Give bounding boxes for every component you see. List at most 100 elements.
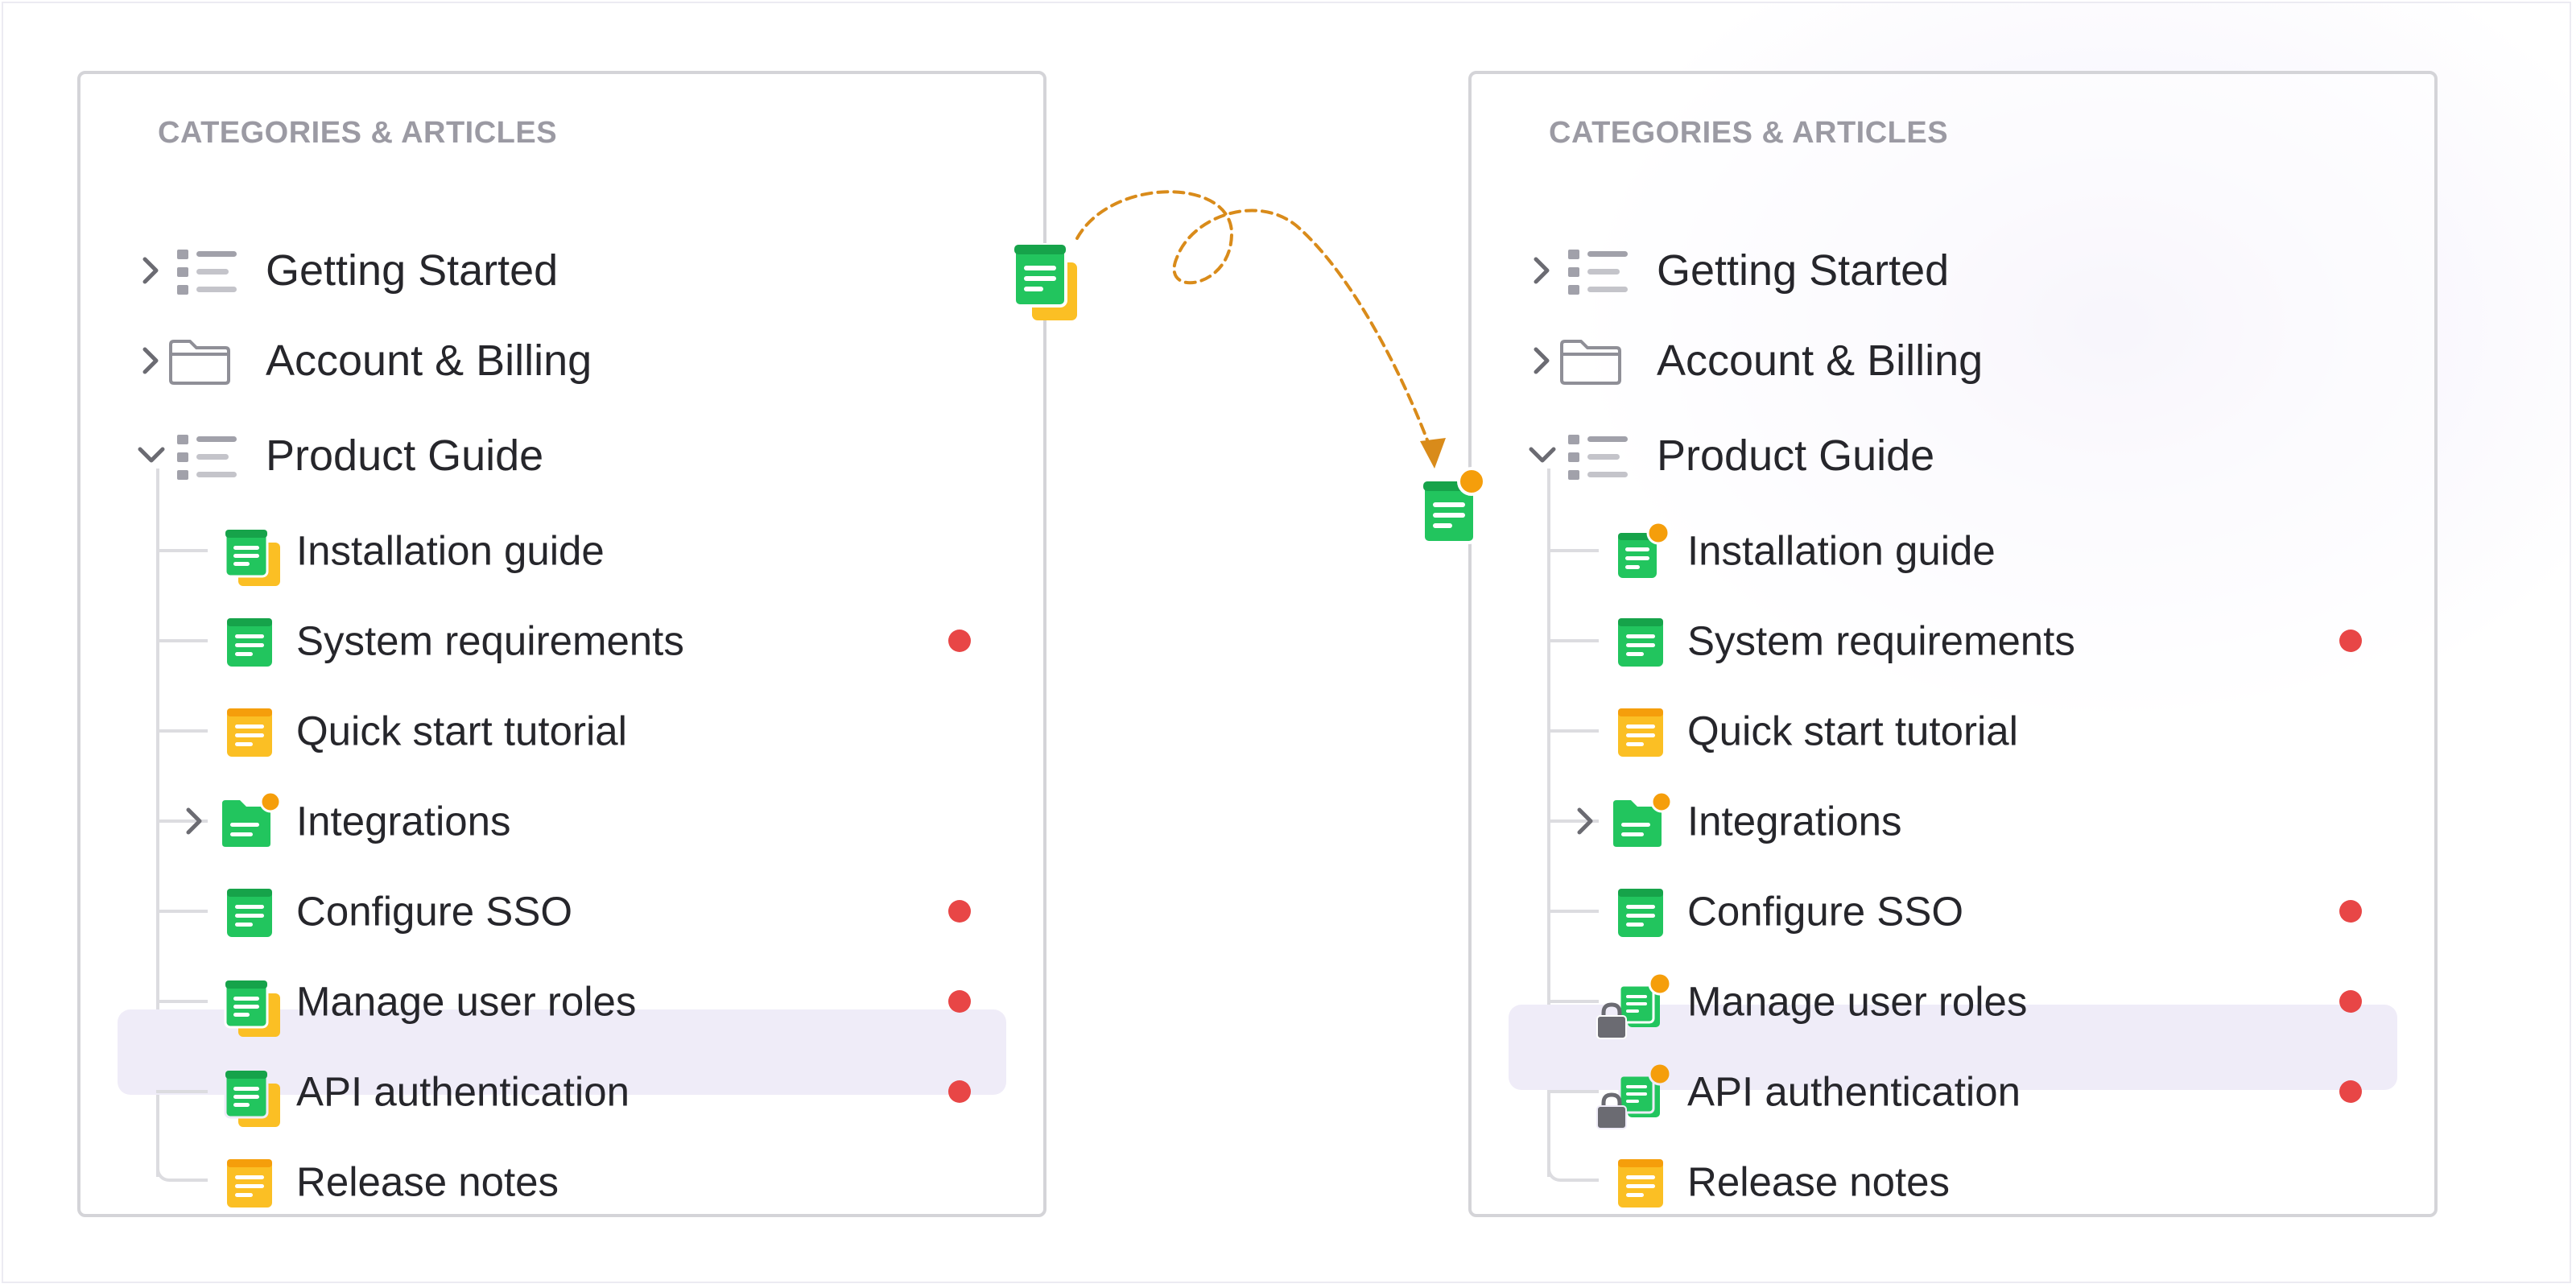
- article-label: Configure SSO: [1687, 888, 1964, 935]
- folder-doc-icon: [1613, 791, 1673, 847]
- article-label: Quick start tutorial: [296, 708, 627, 754]
- status-dot: [2339, 990, 2362, 1013]
- category-row-getting-started[interactable]: Getting Started: [1472, 230, 2434, 311]
- folder-icon: [169, 340, 230, 385]
- status-dot: [948, 1080, 971, 1103]
- article-label: Installation guide: [296, 527, 605, 574]
- list-icon: [177, 435, 237, 480]
- stacked-doc-icon: [224, 1069, 280, 1127]
- article-label: System requirements: [296, 617, 684, 664]
- chevron-right-icon[interactable]: [1563, 799, 1608, 844]
- tree-branch: [156, 639, 208, 642]
- article-label: Quick start tutorial: [1687, 708, 2018, 754]
- folder-doc-icon: [222, 791, 282, 847]
- category-label: Account & Billing: [266, 336, 592, 385]
- doc-icon: [1618, 618, 1663, 667]
- category-label: Getting Started: [1657, 246, 1950, 295]
- doc-icon: [227, 889, 272, 937]
- article-row[interactable]: Quick start tutorial: [80, 691, 1043, 771]
- tree-branch: [156, 910, 208, 913]
- article-label: Manage user roles: [1687, 978, 2028, 1025]
- article-row[interactable]: Release notes: [80, 1135, 1043, 1222]
- article-row[interactable]: Release notes: [1472, 1135, 2434, 1222]
- list-icon: [177, 250, 237, 295]
- chevron-down-icon[interactable]: [1520, 433, 1565, 478]
- locked-stacked-doc-icon: [1596, 972, 1672, 1039]
- article-label: Release notes: [296, 1158, 559, 1205]
- status-dot: [948, 900, 971, 923]
- category-label: Account & Billing: [1657, 336, 1984, 385]
- left-tree-panel: CATEGORIES & ARTICLES Getting Started Ac…: [77, 71, 1046, 1217]
- tree-branch-end: [156, 1135, 208, 1182]
- article-label: Integrations: [296, 798, 511, 844]
- tree-branch: [156, 549, 208, 552]
- status-dot: [2339, 1080, 2362, 1103]
- tree-branch: [1547, 1000, 1599, 1003]
- tree-branch: [1547, 639, 1599, 642]
- category-label: Getting Started: [266, 246, 559, 295]
- category-row-product-guide[interactable]: Product Guide: [1472, 415, 2434, 496]
- tree-branch-end: [1547, 1135, 1599, 1182]
- category-row-getting-started[interactable]: Getting Started: [80, 230, 1043, 311]
- folder-icon: [1560, 340, 1621, 385]
- category-row-account-billing[interactable]: Account & Billing: [80, 320, 1043, 401]
- list-icon: [1568, 435, 1628, 480]
- locked-stacked-doc-icon: [1596, 1062, 1672, 1129]
- doc-badge-icon: [1618, 521, 1670, 578]
- panel-title: CATEGORIES & ARTICLES: [158, 116, 558, 150]
- tree-branch: [156, 729, 208, 733]
- article-row[interactable]: Installation guide: [1472, 510, 2434, 591]
- dragged-stacked-doc-icon[interactable]: [1008, 238, 1092, 328]
- tree-branch: [1547, 729, 1599, 733]
- article-row[interactable]: System requirements: [1472, 601, 2434, 681]
- article-row[interactable]: Manage user roles: [1472, 961, 2434, 1042]
- article-row[interactable]: Quick start tutorial: [1472, 691, 2434, 771]
- chevron-right-icon[interactable]: [1520, 248, 1565, 293]
- doc-icon: [227, 618, 272, 667]
- status-dot: [2339, 630, 2362, 652]
- chevron-down-icon[interactable]: [129, 433, 174, 478]
- article-row-selected[interactable]: API authentication: [1472, 1051, 2434, 1132]
- tree-branch: [156, 1090, 208, 1093]
- chevron-right-icon[interactable]: [129, 248, 174, 293]
- article-row[interactable]: System requirements: [80, 601, 1043, 681]
- drop-target-doc-icon: [1422, 467, 1486, 544]
- tree-branch: [156, 1000, 208, 1003]
- doc-icon: [227, 1159, 272, 1208]
- article-label: Configure SSO: [296, 888, 573, 935]
- category-label: Product Guide: [1657, 431, 1935, 480]
- doc-icon: [1618, 708, 1663, 757]
- stacked-doc-icon: [224, 979, 280, 1037]
- article-row-integrations[interactable]: Integrations: [80, 781, 1043, 861]
- status-dot: [948, 990, 971, 1013]
- stacked-doc-icon: [224, 528, 280, 586]
- category-row-account-billing[interactable]: Account & Billing: [1472, 320, 2434, 401]
- article-label: Integrations: [1687, 798, 1902, 844]
- article-label: API authentication: [296, 1068, 630, 1115]
- article-label: API authentication: [1687, 1068, 2021, 1115]
- list-icon: [1568, 250, 1628, 295]
- article-label: System requirements: [1687, 617, 2075, 664]
- doc-icon: [227, 708, 272, 757]
- right-tree-panel: CATEGORIES & ARTICLES Getting Started Ac…: [1468, 71, 2438, 1217]
- status-dot: [948, 630, 971, 652]
- panel-title: CATEGORIES & ARTICLES: [1549, 116, 1949, 150]
- doc-icon: [1618, 889, 1663, 937]
- tree-branch: [1547, 1090, 1599, 1093]
- tree-branch: [1547, 910, 1599, 913]
- article-row[interactable]: Installation guide: [80, 510, 1043, 591]
- tree-branch: [1547, 549, 1599, 552]
- article-row[interactable]: Manage user roles: [80, 961, 1043, 1042]
- category-row-product-guide[interactable]: Product Guide: [80, 415, 1043, 496]
- article-row[interactable]: Configure SSO: [1472, 871, 2434, 952]
- chevron-right-icon[interactable]: [172, 799, 217, 844]
- article-row-integrations[interactable]: Integrations: [1472, 781, 2434, 861]
- article-row[interactable]: Configure SSO: [80, 871, 1043, 952]
- article-label: Release notes: [1687, 1158, 1951, 1205]
- article-label: Manage user roles: [296, 978, 637, 1025]
- category-label: Product Guide: [266, 431, 544, 480]
- article-label: Installation guide: [1687, 527, 1996, 574]
- article-row-selected[interactable]: API authentication: [80, 1051, 1043, 1132]
- doc-icon: [1618, 1159, 1663, 1208]
- status-dot: [2339, 900, 2362, 923]
